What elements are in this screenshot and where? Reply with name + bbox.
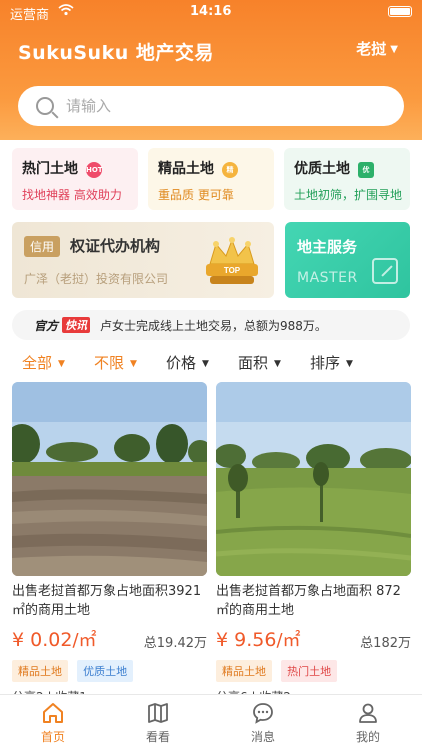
tag-hot: 热门土地 <box>281 660 338 682</box>
status-bar: 运营商 14:16 <box>0 0 422 24</box>
search-input[interactable] <box>66 97 366 115</box>
landlord-title: 地主服务 <box>297 238 358 256</box>
category-hot-land[interactable]: 热门土地 HOT 找地神器 高效助力 <box>12 148 138 210</box>
premium-icon: 精 <box>222 162 238 178</box>
listing-card[interactable]: 出售老挝首都万象占地面积 872㎡的商用土地 ¥ 9.56/㎡ 总182万 精品… <box>216 382 411 705</box>
listing-total: 总19.42万 <box>143 636 207 651</box>
listing-card[interactable]: 出售老挝首都万象占地面积3921㎡的商用土地 ¥ 0.02/㎡ 总19.42万 … <box>12 382 207 705</box>
filter-label: 价格 <box>166 354 197 372</box>
battery-icon <box>388 6 412 17</box>
home-icon <box>43 703 63 723</box>
agency-title: 权证代办机构 <box>70 237 161 255</box>
carrier-label: 运营商 <box>10 8 50 23</box>
hot-icon: HOT <box>86 162 103 178</box>
tab-messages[interactable]: 消息 <box>223 701 303 745</box>
crown-icon: TOP <box>206 237 258 284</box>
filter-unlimited[interactable]: 不限 ▼ <box>94 352 137 373</box>
search-bar[interactable] <box>18 86 404 126</box>
city-label: 老挝 <box>356 40 387 58</box>
landlord-service-card[interactable]: 地主服务 MASTER <box>285 222 410 298</box>
crown-label: TOP <box>224 266 241 275</box>
tag-premium: 精品土地 <box>12 660 68 682</box>
category-subtitle: 土地初筛，扩围寻地 <box>294 188 403 202</box>
quality-icon: 优 <box>358 162 374 178</box>
tag-quality: 优质土地 <box>77 660 134 682</box>
listing-title: 出售老挝首都万象占地面积3921㎡的商用土地 <box>12 584 202 618</box>
tab-home[interactable]: 首页 <box>13 701 93 745</box>
chevron-down-icon: ▼ <box>58 359 65 369</box>
tab-label: 看看 <box>145 730 170 744</box>
user-icon <box>359 703 377 723</box>
tab-label: 消息 <box>250 730 275 744</box>
agency-company: 广泽（老挝）投资有限公司 <box>24 272 169 286</box>
filter-label: 全部 <box>22 354 53 372</box>
chevron-down-icon: ▼ <box>130 359 137 369</box>
land-photo[interactable] <box>12 382 207 576</box>
tab-profile[interactable]: 我的 <box>328 701 408 745</box>
filter-label: 排序 <box>310 354 341 372</box>
landlord-subtitle: MASTER <box>297 270 358 286</box>
city-selector[interactable]: 老挝 ▼ <box>356 38 398 59</box>
news-ticker[interactable]: 官方 快讯 卢女士完成线上土地交易，总额为988万。 <box>12 310 410 340</box>
clock: 14:16 <box>190 4 232 19</box>
listing-price: ¥ 0.02/㎡ <box>12 629 97 651</box>
edit-icon <box>372 258 398 284</box>
filter-bar: 全部 ▼ 不限 ▼ 价格 ▼ 面积 ▼ 排序 ▼ <box>0 348 422 374</box>
ticker-text: 卢女士完成线上土地交易，总额为988万。 <box>100 318 327 333</box>
filter-sort[interactable]: 排序 ▼ <box>310 352 353 373</box>
category-title: 精品土地 <box>158 161 214 177</box>
category-premium-land[interactable]: 精品土地精 重品质 更可靠 <box>148 148 274 210</box>
tab-label: 我的 <box>355 730 380 744</box>
tag-premium: 精品土地 <box>216 660 272 682</box>
filter-price[interactable]: 价格 ▼ <box>166 352 209 373</box>
category-quality-land[interactable]: 优质土地优 土地初筛，扩围寻地 <box>284 148 410 210</box>
tab-bar: 首页 看看 消息 我的 <box>0 694 422 750</box>
header: 运营商 14:16 SukuSuku 地产交易 老挝 ▼ <box>0 0 422 140</box>
listing-price: ¥ 9.56/㎡ <box>216 629 301 651</box>
category-title: 优质土地 <box>294 161 350 177</box>
category-cards: 热门土地 HOT 找地神器 高效助力 精品土地精 重品质 更可靠 优质土地优 土地… <box>12 148 410 210</box>
official-label: 官方 <box>34 318 59 333</box>
chevron-down-icon: ▼ <box>390 44 398 55</box>
chevron-down-icon: ▼ <box>346 359 353 369</box>
news-label: 快讯 <box>62 317 91 333</box>
category-title: 热门土地 <box>22 161 78 177</box>
tab-browse[interactable]: 看看 <box>118 701 198 745</box>
filter-label: 面积 <box>238 354 269 372</box>
wifi-icon <box>58 4 74 19</box>
listing-title: 出售老挝首都万象占地面积 872㎡的商用土地 <box>216 584 401 618</box>
category-subtitle: 找地神器 高效助力 <box>22 188 122 202</box>
filter-all[interactable]: 全部 ▼ <box>22 352 65 373</box>
listing-total: 总182万 <box>360 636 411 651</box>
category-subtitle: 重品质 更可靠 <box>158 188 234 202</box>
chevron-down-icon: ▼ <box>202 359 209 369</box>
land-photo[interactable] <box>216 382 411 576</box>
app-title: SukuSuku 地产交易 <box>18 42 214 64</box>
credit-tag: 信用 <box>24 236 61 257</box>
filter-label: 不限 <box>94 354 125 372</box>
chevron-down-icon: ▼ <box>274 359 281 369</box>
search-icon <box>36 97 54 115</box>
map-icon <box>148 703 168 723</box>
message-icon <box>253 703 273 724</box>
tab-label: 首页 <box>40 730 65 744</box>
filter-area[interactable]: 面积 ▼ <box>238 352 281 373</box>
agency-banner[interactable]: 信用 权证代办机构 广泽（老挝）投资有限公司 TOP <box>12 222 274 298</box>
